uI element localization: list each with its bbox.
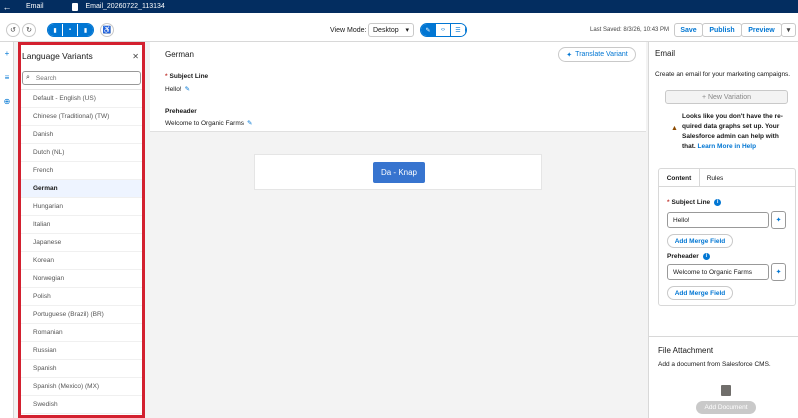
left-rail: + ≡ ⊕ xyxy=(0,42,14,418)
properties-description: Create an email for your marketing campa… xyxy=(655,71,791,78)
language-item[interactable]: Russian xyxy=(21,342,142,360)
pencil-icon[interactable]: ✎ xyxy=(247,120,252,127)
ai-sparkle-icon[interactable]: ✦ xyxy=(771,211,786,229)
tab-content[interactable]: Content xyxy=(659,169,700,187)
info-icon[interactable]: i xyxy=(714,199,722,206)
right-panel-icon[interactable]: ▮ xyxy=(78,24,93,36)
last-saved-text: Last Saved: 8/3/26, 10:43 PM xyxy=(590,27,670,33)
language-item[interactable]: Portuguese (Brazil) (BR) xyxy=(21,306,142,324)
language-item[interactable]: Japanese xyxy=(21,234,142,252)
language-item[interactable]: Hungarian xyxy=(21,198,142,216)
file-attachment-description: Add a document from Salesforce CMS. xyxy=(658,361,771,368)
close-icon[interactable]: ✕ xyxy=(132,52,139,61)
language-search-input[interactable]: ⌕ Search xyxy=(22,71,141,85)
editor-area: German ✦ Translate Variant * Subject Line… xyxy=(150,42,646,418)
language-item[interactable]: Romanian xyxy=(21,324,142,342)
subject-line-value[interactable]: Hello! ✎ xyxy=(165,85,190,93)
language-item[interactable]: French xyxy=(21,162,142,180)
view-mode-value: Desktop xyxy=(373,26,399,34)
view-mode-label: View Mode: xyxy=(330,27,367,34)
left-panel-icon[interactable]: ▮ xyxy=(48,24,63,36)
file-icon xyxy=(71,2,78,11)
email-button-block[interactable]: Da - Knap xyxy=(254,154,542,190)
warning-message: Looks like you don't have the re-quired … xyxy=(682,113,783,150)
tab-bar: Content Rules xyxy=(659,169,795,187)
add-icon[interactable]: + xyxy=(3,50,11,58)
subject-line-label: * Subject Line xyxy=(165,73,209,80)
preheader-label: Preheader xyxy=(165,108,197,115)
publish-button[interactable]: Publish xyxy=(702,23,742,37)
code-view-icon[interactable]: ‹› xyxy=(436,24,451,36)
rp-preheader-label: Preheader i xyxy=(667,253,710,260)
language-variants-header: Language Variants ✕ xyxy=(21,45,142,67)
language-item[interactable]: Danish xyxy=(21,126,142,144)
search-icon: ⌕ xyxy=(26,74,30,81)
sparkle-icon: ✦ xyxy=(566,51,573,59)
preheader-merge-field-button[interactable]: Add Merge Field xyxy=(667,286,733,300)
language-list: Default - English (US) Chinese (Tradition… xyxy=(21,89,142,414)
subject-merge-field-button[interactable]: Add Merge Field xyxy=(667,234,733,248)
rp-subject-line-input[interactable]: Hello! xyxy=(667,212,769,228)
language-variants-title: Language Variants xyxy=(22,51,93,61)
language-item[interactable]: Chinese (Traditional) (TW) xyxy=(21,108,142,126)
tab-rules[interactable]: Rules xyxy=(700,169,730,187)
language-item[interactable]: Polish xyxy=(21,288,142,306)
preview-button[interactable]: Preview xyxy=(741,23,782,37)
language-item[interactable]: Default - English (US) xyxy=(21,90,142,108)
warning-icon: ▲ xyxy=(671,125,678,132)
more-actions-chevron-icon[interactable]: ▾ xyxy=(781,23,796,37)
new-variation-button[interactable]: + New Variation xyxy=(665,90,788,104)
info-icon[interactable]: i xyxy=(702,253,710,260)
rp-preheader-input[interactable]: Welcome to Organic Farms xyxy=(667,264,769,280)
editor-title: German xyxy=(165,50,194,59)
translate-variant-label: Translate Variant xyxy=(575,51,628,58)
translate-variant-button[interactable]: ✦ Translate Variant xyxy=(558,47,636,62)
language-variants-panel: Language Variants ✕ ⌕ Search Default - E… xyxy=(18,42,145,418)
file-attachment-section: File Attachment Add a document from Sale… xyxy=(649,336,798,418)
editor-mode-group: ✎ ‹› ☰ xyxy=(420,23,467,37)
required-marker: * xyxy=(165,73,168,80)
chevron-down-icon: ▾ xyxy=(405,27,409,34)
add-document-button[interactable]: Add Document xyxy=(696,401,756,414)
learn-more-link[interactable]: Learn More in Help xyxy=(698,143,757,150)
file-attachment-title: File Attachment xyxy=(658,346,714,355)
save-button[interactable]: Save xyxy=(674,23,703,37)
language-item[interactable]: Spanish xyxy=(21,360,142,378)
accessibility-icon[interactable]: ♿ xyxy=(100,23,114,37)
list-view-icon[interactable]: ☰ xyxy=(451,24,466,36)
language-item[interactable]: Korean xyxy=(21,252,142,270)
properties-title: Email xyxy=(655,49,676,58)
properties-panel: Email Create an email for your marketing… xyxy=(648,42,798,418)
visual-editor-icon[interactable]: ✎ xyxy=(421,24,436,36)
language-item[interactable]: German xyxy=(21,180,142,198)
app-label: Email xyxy=(26,3,44,10)
pencil-icon[interactable]: ✎ xyxy=(185,86,190,93)
toolbar: ↺ ↻ ▮ ▪ ▮ ♿ View Mode: Desktop ▾ ✎ ‹› ☰ … xyxy=(0,13,798,42)
content-rules-box: Content Rules * Subject Line i Hello! ✦ Ad… xyxy=(658,168,796,306)
translate-icon[interactable]: ⊕ xyxy=(3,98,11,106)
search-placeholder: Search xyxy=(35,74,57,82)
back-arrow-icon[interactable]: ← xyxy=(0,2,14,12)
view-mode-select[interactable]: Desktop ▾ xyxy=(368,23,414,37)
top-bar: ← Email Email_20260722_113134 xyxy=(0,0,798,13)
language-item[interactable]: Swedish xyxy=(21,396,142,414)
preheader-value[interactable]: Welcome to Organic Farms ✎ xyxy=(165,119,252,127)
language-item[interactable]: Spanish (Mexico) (MX) xyxy=(21,378,142,396)
undo-icon[interactable]: ↺ xyxy=(6,23,20,37)
editor-header: German ✦ Translate Variant * Subject Line… xyxy=(150,42,646,132)
document-icon xyxy=(721,385,731,396)
required-marker: * xyxy=(667,199,670,207)
layers-icon[interactable]: ≡ xyxy=(3,74,11,82)
cta-button[interactable]: Da - Knap xyxy=(373,162,425,183)
redo-icon[interactable]: ↻ xyxy=(22,23,36,37)
panel-toggle-group: ▮ ▪ ▮ xyxy=(47,23,94,37)
file-name: Email_20260722_113134 xyxy=(85,3,165,10)
language-item[interactable]: Dutch (NL) xyxy=(21,144,142,162)
ai-sparkle-icon[interactable]: ✦ xyxy=(771,263,786,281)
language-item[interactable]: Norwegian xyxy=(21,270,142,288)
center-panel-icon[interactable]: ▪ xyxy=(63,24,78,36)
language-item[interactable]: Italian xyxy=(21,216,142,234)
rp-subject-line-label: * Subject Line i xyxy=(667,199,722,207)
